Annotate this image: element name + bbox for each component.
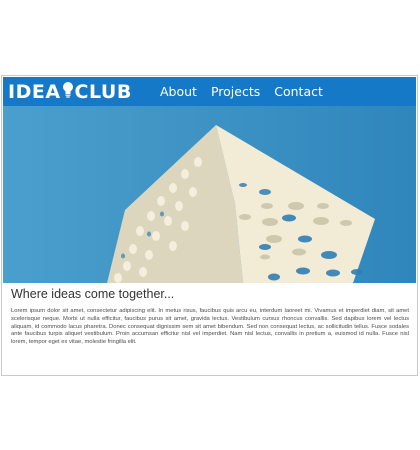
nav-link-about[interactable]: About bbox=[160, 84, 197, 100]
nav-link-contact[interactable]: Contact bbox=[274, 84, 323, 100]
top-navbar: IDEA CLUB About Projects Contact bbox=[3, 77, 416, 106]
lightbulb-icon bbox=[62, 81, 74, 104]
page-heading: Where ideas come together... bbox=[11, 287, 175, 301]
page-frame: IDEA CLUB About Projects Contact Where i… bbox=[1, 75, 418, 376]
nav-link-projects[interactable]: Projects bbox=[211, 84, 260, 100]
site-logo[interactable]: IDEA CLUB bbox=[8, 81, 132, 103]
intro-paragraph: Lorem ipsum dolor sit amet, consectetur … bbox=[11, 308, 409, 346]
main-nav: About Projects Contact bbox=[160, 84, 323, 100]
logo-text-right: CLUB bbox=[74, 81, 132, 103]
logo-text-left: IDEA bbox=[8, 81, 61, 103]
hero-image bbox=[3, 106, 416, 283]
